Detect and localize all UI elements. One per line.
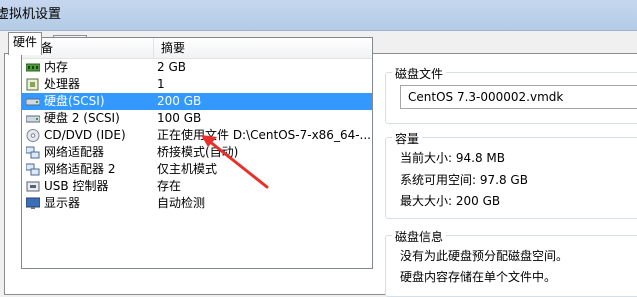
device-row-network-adapter-2[interactable]: 网络适配器 2 仅主机模式: [22, 161, 372, 178]
system-free-space-text: 系统可用空间: 97.8 GB: [400, 173, 528, 187]
device-summary: 自动检测: [157, 196, 206, 210]
network-adapter-icon: [26, 146, 40, 159]
harddisk-icon: [26, 115, 40, 123]
device-summary: 存在: [157, 179, 182, 193]
device-row-harddisk-2[interactable]: 硬盘 2 (SCSI) 100 GB: [22, 110, 372, 127]
device-name: USB 控制器: [44, 179, 109, 193]
disk-file-title: 磁盘文件: [392, 65, 447, 82]
capacity-title: 容量: [392, 130, 423, 147]
device-summary: 100 GB: [157, 111, 202, 125]
device-name: 硬盘(SCSI): [44, 94, 105, 108]
disk-info-group: 磁盘信息 没有为此硬盘预分配磁盘空间。 硬盘内容存储在单个文件中。: [385, 228, 637, 297]
disk-info-title: 磁盘信息: [392, 228, 447, 245]
device-row-network-adapter[interactable]: 网络适配器 桥接模式(自动): [22, 144, 372, 161]
device-row-cd-dvd[interactable]: CD/DVD (IDE) 正在使用文件 D:\CentOS-7-x86_64-.…: [22, 127, 372, 144]
usb-icon: [26, 181, 40, 192]
device-summary: 仅主机模式: [157, 162, 218, 176]
device-name: 网络适配器 2: [44, 162, 116, 176]
disk-info-line-2: 硬盘内容存储在单个文件中。: [400, 270, 557, 284]
device-row-usb-controller[interactable]: USB 控制器 存在: [22, 178, 372, 195]
device-row-harddisk-scsi[interactable]: 硬盘(SCSI) 200 GB: [22, 93, 372, 110]
processor-icon: [26, 78, 39, 91]
capacity-group: 容量 当前大小: 94.8 MB 系统可用空间: 97.8 GB 最大大小: 2…: [385, 130, 637, 219]
disk-file-field[interactable]: CentOS 7.3-000002.vmdk: [400, 85, 637, 109]
title-bar[interactable]: 虚拟机设置: [0, 0, 637, 31]
memory-icon: [26, 63, 40, 72]
device-list[interactable]: 设备 摘要 内存 2 GB 处理器 1 硬盘(SCSI) 200 GB 硬盘 2…: [21, 37, 373, 269]
cd-dvd-icon: [26, 129, 40, 142]
display-icon: [26, 197, 40, 209]
tab-hardware[interactable]: 硬件: [8, 32, 43, 55]
disk-file-group: 磁盘文件 CentOS 7.3-000002.vmdk: [385, 65, 637, 124]
network-adapter-icon: [26, 163, 40, 176]
current-size-text: 当前大小: 94.8 MB: [400, 151, 505, 165]
harddisk-icon: [26, 98, 40, 106]
device-name: 硬盘 2 (SCSI): [44, 111, 120, 125]
device-name: 处理器: [44, 77, 81, 91]
device-name: CD/DVD (IDE): [44, 128, 126, 142]
device-row-display[interactable]: 显示器 自动检测: [22, 195, 372, 212]
disk-info-line-1: 没有为此硬盘预分配磁盘空间。: [400, 249, 569, 263]
device-list-header: 设备 摘要: [22, 38, 372, 59]
max-size-text: 最大大小: 200 GB: [400, 194, 501, 208]
column-header-summary[interactable]: 摘要: [154, 38, 371, 58]
device-summary: 正在使用文件 D:\CentOS-7-x86_64-...: [157, 128, 371, 142]
device-summary: 桥接模式(自动): [157, 145, 239, 159]
device-name: 内存: [44, 60, 69, 74]
device-summary: 200 GB: [157, 94, 202, 108]
window-title: 虚拟机设置: [0, 7, 62, 22]
device-name: 网络适配器: [44, 145, 105, 159]
device-row-processor[interactable]: 处理器 1: [22, 76, 372, 93]
device-summary: 2 GB: [157, 60, 186, 74]
device-summary: 1: [157, 77, 165, 91]
device-row-memory[interactable]: 内存 2 GB: [22, 59, 372, 76]
device-name: 显示器: [44, 196, 81, 210]
